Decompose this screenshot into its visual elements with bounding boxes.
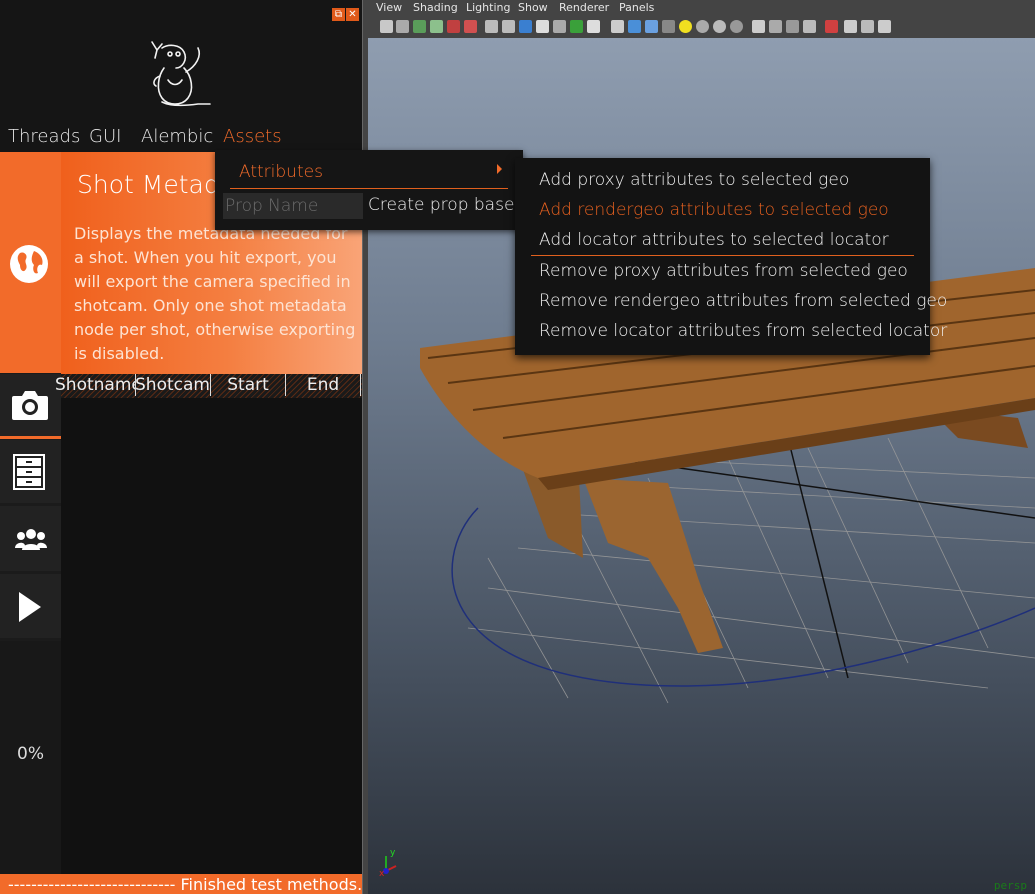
tab-users[interactable] xyxy=(0,506,61,571)
column-end[interactable]: End xyxy=(286,374,361,396)
two-d-pan-icon[interactable] xyxy=(447,20,460,33)
play-icon xyxy=(19,592,41,622)
side-tab-bar xyxy=(0,152,61,894)
menu-threads[interactable]: Threads xyxy=(8,126,80,147)
menu-item-add-proxy-attributes[interactable]: Add proxy attributes to selected geo xyxy=(539,170,849,190)
window-controls: ⧉ ✕ xyxy=(331,2,359,21)
grease-pencil-icon[interactable] xyxy=(464,20,477,33)
menu-item-add-locator-attributes[interactable]: Add locator attributes to selected locat… xyxy=(539,230,889,250)
attributes-submenu: Add proxy attributes to selected geo Add… xyxy=(515,158,947,355)
tab-playblast[interactable] xyxy=(0,574,61,638)
camera-icon xyxy=(12,391,48,420)
viewport-toolbar xyxy=(368,16,1035,39)
tab-camera[interactable] xyxy=(0,374,61,439)
image-plane-icon[interactable] xyxy=(430,20,443,33)
shadows-icon[interactable] xyxy=(696,20,709,33)
viewport-menu-panels[interactable]: Panels xyxy=(619,1,654,14)
status-bar: ----------------------------- Finished t… xyxy=(0,874,362,894)
tab-assets[interactable] xyxy=(0,440,61,503)
menu-item-attributes[interactable]: Attributes xyxy=(239,162,323,182)
camera-panel-icon[interactable] xyxy=(861,20,874,33)
nurbs-curve xyxy=(451,507,1035,687)
safe-title-icon[interactable] xyxy=(587,20,600,33)
menu-item-remove-rendergeo-attributes[interactable]: Remove rendergeo attributes from selecte… xyxy=(539,291,947,311)
shot-table-header: Shotname Shotcam Start End xyxy=(55,374,362,398)
axis-y-label: y xyxy=(390,848,396,858)
wireframe-on-shaded-icon[interactable] xyxy=(645,20,658,33)
grid-icon[interactable] xyxy=(485,20,498,33)
viewport-menu-renderer[interactable]: Renderer xyxy=(559,1,609,14)
pipeline-tool-panel: ⧉ ✕ Threads GUI Alembic Assets Shot Meta… xyxy=(0,0,362,894)
assets-dropdown-menu: Attributes Create prop base xyxy=(215,150,523,230)
submenu-arrow-icon xyxy=(497,164,502,174)
viewport-menu-show[interactable]: Show xyxy=(518,1,548,14)
prop-name-input[interactable] xyxy=(223,193,363,219)
status-text: ----------------------------- Finished t… xyxy=(8,875,362,894)
menu-assets[interactable]: Assets xyxy=(223,126,282,147)
globe-icon xyxy=(10,245,48,283)
column-shotname[interactable]: Shotname xyxy=(55,374,136,396)
tab-shot-metadata[interactable] xyxy=(0,152,61,373)
create-prop-base-button[interactable]: Create prop base xyxy=(368,195,514,215)
axis-x-label: x xyxy=(379,869,385,879)
wireframe-icon[interactable] xyxy=(611,20,624,33)
viewport-menu-view[interactable]: View xyxy=(376,1,402,14)
lights-icon[interactable] xyxy=(679,20,692,33)
menu-item-remove-locator-attributes[interactable]: Remove locator attributes from selected … xyxy=(539,321,947,341)
menu-separator xyxy=(230,188,508,189)
field-chart-icon[interactable] xyxy=(553,20,566,33)
column-start[interactable]: Start xyxy=(211,374,286,396)
progress-percent: 0% xyxy=(17,744,44,764)
menu-item-add-rendergeo-attributes[interactable]: Add rendergeo attributes to selected geo xyxy=(539,200,889,220)
menu-gui[interactable]: GUI xyxy=(89,126,121,147)
select-camera-icon[interactable] xyxy=(380,20,393,33)
ambient-occlusion-icon[interactable] xyxy=(713,20,726,33)
resolution-gate-icon[interactable] xyxy=(519,20,532,33)
tab-filler xyxy=(0,641,61,894)
float-window-button[interactable]: ⧉ xyxy=(332,8,345,21)
column-shotcam[interactable]: Shotcam xyxy=(135,374,211,396)
drawers-icon xyxy=(13,454,45,490)
menu-item-remove-proxy-attributes[interactable]: Remove proxy attributes from selected ge… xyxy=(539,261,908,281)
multisample-icon[interactable] xyxy=(752,20,765,33)
bookmark-icon[interactable] xyxy=(413,20,426,33)
card-description: Displays the metadata needed for a shot.… xyxy=(74,224,356,363)
xray-icon[interactable] xyxy=(786,20,799,33)
users-icon xyxy=(15,529,47,550)
squirrel-logo-icon xyxy=(151,41,211,107)
textured-icon[interactable] xyxy=(662,20,675,33)
viewport-menu-lighting[interactable]: Lighting xyxy=(466,1,510,14)
xray-joints-icon[interactable] xyxy=(803,20,816,33)
menu-alembic[interactable]: Alembic xyxy=(141,126,213,147)
smooth-shade-icon[interactable] xyxy=(628,20,641,33)
depth-of-field-icon[interactable] xyxy=(769,20,782,33)
camera-attributes-icon[interactable] xyxy=(396,20,409,33)
gate-mask-icon[interactable] xyxy=(536,20,549,33)
viewport-menu-shading[interactable]: Shading xyxy=(413,1,458,14)
submenu-separator xyxy=(531,255,914,256)
axis-gizmo: y x xyxy=(379,848,397,879)
share-icon[interactable] xyxy=(878,20,891,33)
film-gate-icon[interactable] xyxy=(502,20,515,33)
camera-name-label: persp xyxy=(993,879,1027,892)
view-cube-icon[interactable] xyxy=(844,20,857,33)
motion-blur-icon[interactable] xyxy=(730,20,743,33)
safe-action-icon[interactable] xyxy=(570,20,583,33)
viewport-menubar: View Shading Lighting Show Renderer Pane… xyxy=(368,0,1035,16)
close-window-button[interactable]: ✕ xyxy=(346,8,359,21)
isolate-select-icon[interactable] xyxy=(825,20,838,33)
